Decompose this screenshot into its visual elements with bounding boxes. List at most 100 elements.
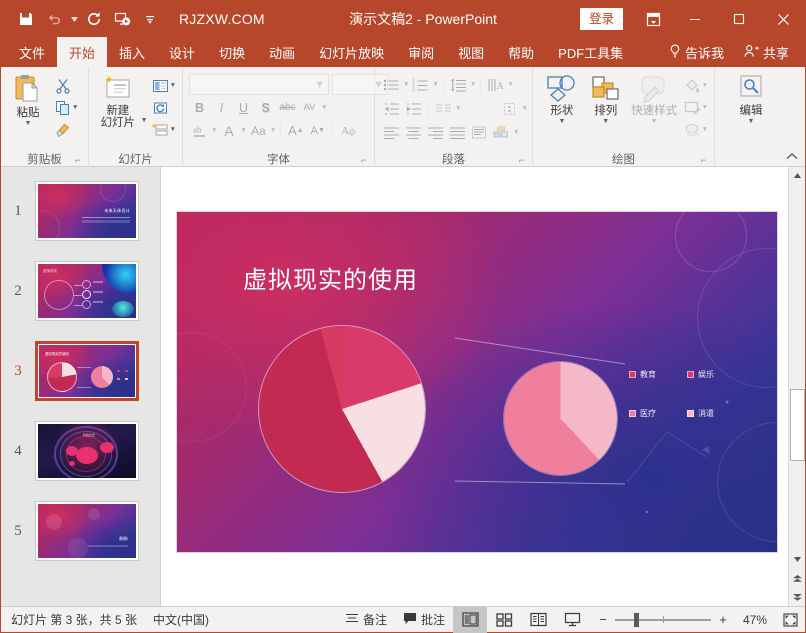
copy-dropdown-caret-icon[interactable]: ▼: [72, 104, 78, 111]
maximize-button[interactable]: [717, 1, 761, 37]
arrange-dropdown-caret-icon[interactable]: ▼: [602, 118, 609, 125]
quick-styles-button[interactable]: 快速样式 ▼: [629, 72, 680, 125]
paste-button[interactable]: 粘贴 ▼: [5, 72, 51, 127]
arrange-button[interactable]: 排列 ▼: [585, 72, 627, 125]
increase-indent-button[interactable]: [403, 98, 424, 119]
undo-dropdown-caret-icon[interactable]: [69, 6, 79, 32]
cut-button[interactable]: [53, 75, 80, 96]
underline-button[interactable]: U: [233, 97, 254, 118]
tab-slideshow[interactable]: 幻灯片放映: [307, 37, 396, 67]
new-slide-button[interactable]: 新建 幻灯片: [97, 72, 139, 129]
view-slide-sorter-button[interactable]: [487, 607, 521, 633]
customize-qat-icon[interactable]: [137, 6, 163, 32]
tab-transitions[interactable]: 切换: [207, 37, 257, 67]
font-color-caret-icon[interactable]: ▼: [240, 127, 246, 134]
view-normal-button[interactable]: [453, 606, 487, 633]
increase-font-size-button[interactable]: A ▲: [285, 120, 306, 141]
thumbnail-box-3[interactable]: 虚拟现实的使用: [35, 341, 139, 401]
share-button[interactable]: 共享: [736, 37, 797, 67]
shape-effects-caret-icon[interactable]: ▼: [702, 126, 708, 133]
view-slideshow-button[interactable]: [555, 607, 589, 633]
tab-review[interactable]: 审阅: [396, 37, 446, 67]
change-case-caret-icon[interactable]: ▼: [211, 127, 217, 134]
quick-styles-dropdown-caret-icon[interactable]: ▼: [651, 118, 658, 125]
language-indicator[interactable]: 中文(中国): [153, 611, 209, 628]
line-spacing-caret-icon[interactable]: ▼: [470, 81, 476, 88]
scrollbar-thumb[interactable]: [790, 389, 805, 461]
tab-design[interactable]: 设计: [157, 37, 207, 67]
scroll-down-button[interactable]: [789, 551, 805, 568]
new-slide-dropdown-caret-icon[interactable]: ▼: [141, 99, 148, 124]
bold-button[interactable]: B: [189, 97, 210, 118]
fit-slide-to-window-button[interactable]: [775, 607, 805, 633]
decrease-font-size-button[interactable]: A ▼: [307, 120, 328, 141]
font-name-caret-icon[interactable]: ▼: [314, 79, 325, 91]
thumbnail-slide-5[interactable]: 5 谢谢!: [1, 491, 160, 571]
shape-fill-button[interactable]: ▼: [682, 75, 710, 96]
section-button[interactable]: ▼: [150, 119, 178, 140]
signin-button[interactable]: 登录: [579, 7, 623, 31]
reset-button[interactable]: [150, 97, 178, 118]
thumbnail-slide-4[interactable]: 4 科技论文: [1, 411, 160, 491]
tab-insert[interactable]: 插入: [107, 37, 157, 67]
shape-outline-button[interactable]: ▼: [682, 97, 710, 118]
bullets-caret-icon[interactable]: ▼: [403, 81, 409, 88]
section-dropdown-caret-icon[interactable]: ▼: [170, 126, 176, 133]
justify-button[interactable]: [447, 122, 468, 143]
shapes-dropdown-caret-icon[interactable]: ▼: [558, 118, 565, 125]
thumbnail-slide-2[interactable]: 2 虚拟现实: [1, 251, 160, 331]
align-right-button[interactable]: [425, 122, 446, 143]
thumbnail-box-5[interactable]: 谢谢!: [35, 501, 139, 561]
format-painter-button[interactable]: [53, 119, 80, 140]
collapse-ribbon-button[interactable]: [784, 148, 800, 164]
shape-outline-caret-icon[interactable]: ▼: [702, 104, 708, 111]
text-shadow-button[interactable]: S: [255, 97, 276, 118]
tab-file[interactable]: 文件: [7, 37, 57, 67]
drawing-dialog-launcher[interactable]: ⌐: [701, 155, 712, 166]
zoom-slider-track[interactable]: [615, 612, 711, 627]
columns-caret-icon[interactable]: ▼: [455, 105, 461, 112]
numbering-button[interactable]: 123: [410, 74, 431, 95]
thumbnail-box-2[interactable]: 虚拟现实: [35, 261, 139, 321]
layout-button[interactable]: ▼: [150, 75, 178, 96]
shape-fill-caret-icon[interactable]: ▼: [702, 82, 708, 89]
align-center-button[interactable]: [403, 122, 424, 143]
scroll-up-button[interactable]: [789, 167, 805, 184]
convert-to-smartart-button[interactable]: [491, 122, 512, 143]
undo-icon[interactable]: [41, 6, 67, 32]
redo-icon[interactable]: [81, 6, 107, 32]
slide-editor-pane[interactable]: 虚拟现实的使用 教育 娱乐 医疗 消遣: [161, 167, 805, 606]
editing-dropdown-caret-icon[interactable]: ▼: [748, 118, 755, 125]
distribute-button[interactable]: [469, 122, 490, 143]
smartart-caret-icon[interactable]: ▼: [513, 129, 519, 136]
tab-help[interactable]: 帮助: [496, 37, 546, 67]
align-text-button[interactable]: [499, 98, 520, 119]
text-direction-button[interactable]: A: [485, 74, 506, 95]
change-case-icon-button[interactable]: ab: [189, 120, 210, 141]
clipboard-dialog-launcher[interactable]: ⌐: [75, 155, 86, 166]
align-text-caret-icon[interactable]: ▼: [521, 105, 527, 112]
notes-button[interactable]: 备注: [337, 607, 395, 633]
decrease-indent-button[interactable]: [381, 98, 402, 119]
paragraph-dialog-launcher[interactable]: ⌐: [519, 155, 530, 166]
tab-animations[interactable]: 动画: [257, 37, 307, 67]
tab-view[interactable]: 视图: [446, 37, 496, 67]
font-name-input[interactable]: ▼: [189, 74, 329, 95]
detail-pie-chart[interactable]: [504, 362, 617, 475]
layout-dropdown-caret-icon[interactable]: ▼: [170, 82, 176, 89]
copy-button[interactable]: ▼: [53, 97, 80, 118]
next-slide-button[interactable]: [789, 589, 805, 606]
current-slide[interactable]: 虚拟现实的使用 教育 娱乐 医疗 消遣: [177, 212, 777, 552]
vertical-scrollbar[interactable]: [788, 167, 805, 606]
thumbnail-box-1[interactable]: 未来天体设计: [35, 181, 139, 241]
font-color-button[interactable]: A: [218, 120, 239, 141]
font-dialog-launcher[interactable]: ⌐: [361, 155, 372, 166]
tab-home[interactable]: 开始: [57, 37, 108, 67]
zoom-in-button[interactable]: +: [717, 612, 729, 627]
character-spacing-caret-icon[interactable]: ▼: [321, 104, 327, 111]
strikethrough-button[interactable]: abc: [277, 97, 298, 118]
text-highlight-caret-icon[interactable]: ▼: [270, 127, 276, 134]
clear-formatting-button[interactable]: A: [337, 120, 358, 141]
line-spacing-button[interactable]: [448, 74, 469, 95]
zoom-percentage[interactable]: 47%: [735, 613, 767, 627]
